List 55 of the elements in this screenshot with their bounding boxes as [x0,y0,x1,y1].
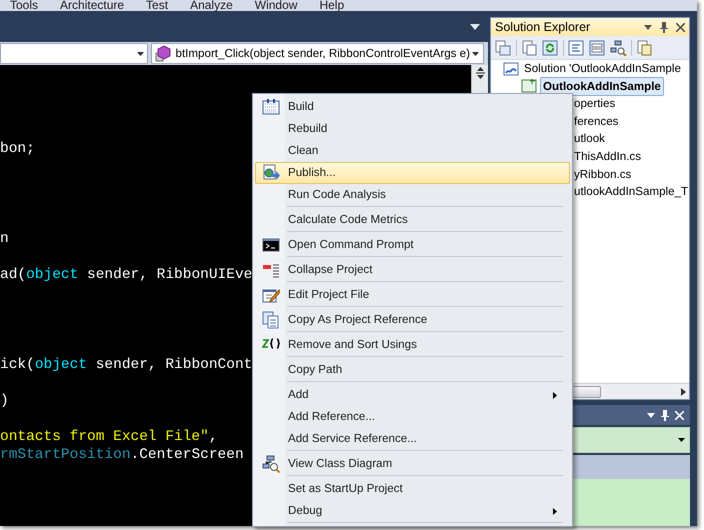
list-icon[interactable] [568,40,585,56]
submenu-arrow-icon [553,392,557,399]
member-combo[interactable]: btImport_Click(object sender, RibbonControlEventArgs e) [150,43,484,64]
solution-icon [503,60,519,77]
menu-item[interactable]: Add [255,384,570,406]
tree-item[interactable]: utlook [572,130,607,148]
pages-icon[interactable] [636,40,653,56]
code-line: n [0,230,9,248]
tree-item[interactable]: utlookAddInSample_T [572,183,689,201]
pages-icon[interactable] [495,40,512,56]
split-icon[interactable] [476,67,484,79]
document-icon[interactable] [521,40,538,56]
menu-item[interactable]: Architecture [60,0,124,11]
caret-icon [136,52,144,56]
code-line: ontacts from Excel File", [0,428,218,446]
caret-icon [678,438,685,442]
tree-item[interactable]: ThisAddIn.cs [572,148,644,166]
tree-item[interactable]: Solution 'OutlookAddInSample [522,60,683,78]
menu-item[interactable]: Add Reference... [255,406,570,428]
menu-item[interactable]: Set as StartUp Project [255,478,570,500]
build-icon [262,98,280,116]
caret-icon [472,52,479,56]
tree-item[interactable]: ferences [572,112,620,130]
dropdown-arrow-icon[interactable] [647,412,655,418]
menu-item[interactable]: Test [146,0,168,11]
code-line: bon; [0,140,35,158]
menu-item[interactable]: Tools [10,0,38,11]
panel-title: Solution Explorer [495,18,590,36]
method-icon [154,44,174,62]
publish-icon [262,164,280,182]
console-icon [262,236,280,254]
class-diagram-icon [262,455,280,473]
tree-item[interactable]: yRibbon.cs [572,166,634,184]
dropdown-arrow-icon[interactable] [644,24,652,30]
close-icon[interactable] [676,22,685,32]
tree-item[interactable]: operties [572,95,618,113]
tree-item[interactable]: OutlookAddInSample [540,76,664,96]
code-line: rmStartPosition.CenterScreen [0,446,244,464]
menu-item[interactable]: Publish... [255,162,570,184]
submenu-arrow-icon [553,508,557,515]
refresh-icon[interactable] [542,40,559,56]
pin-icon[interactable] [661,410,669,420]
menu-item[interactable]: Clean [255,140,570,162]
menu-item[interactable]: Window [254,0,298,11]
code-line: ) [0,392,9,410]
right-arrow-icon[interactable] [681,388,686,396]
dropdown-arrow-icon[interactable] [470,24,480,30]
menu-item[interactable]: Build [255,96,570,118]
form-icon[interactable] [589,40,606,56]
pin-icon[interactable] [660,22,668,32]
code-line: ad(object sender, RibbonUIEve [0,266,252,284]
diagram-icon[interactable] [610,40,627,56]
code-line: ick(object sender, RibbonCont [0,356,252,374]
copy-icon [262,311,280,329]
menu-item[interactable]: Rebuild [255,118,570,140]
